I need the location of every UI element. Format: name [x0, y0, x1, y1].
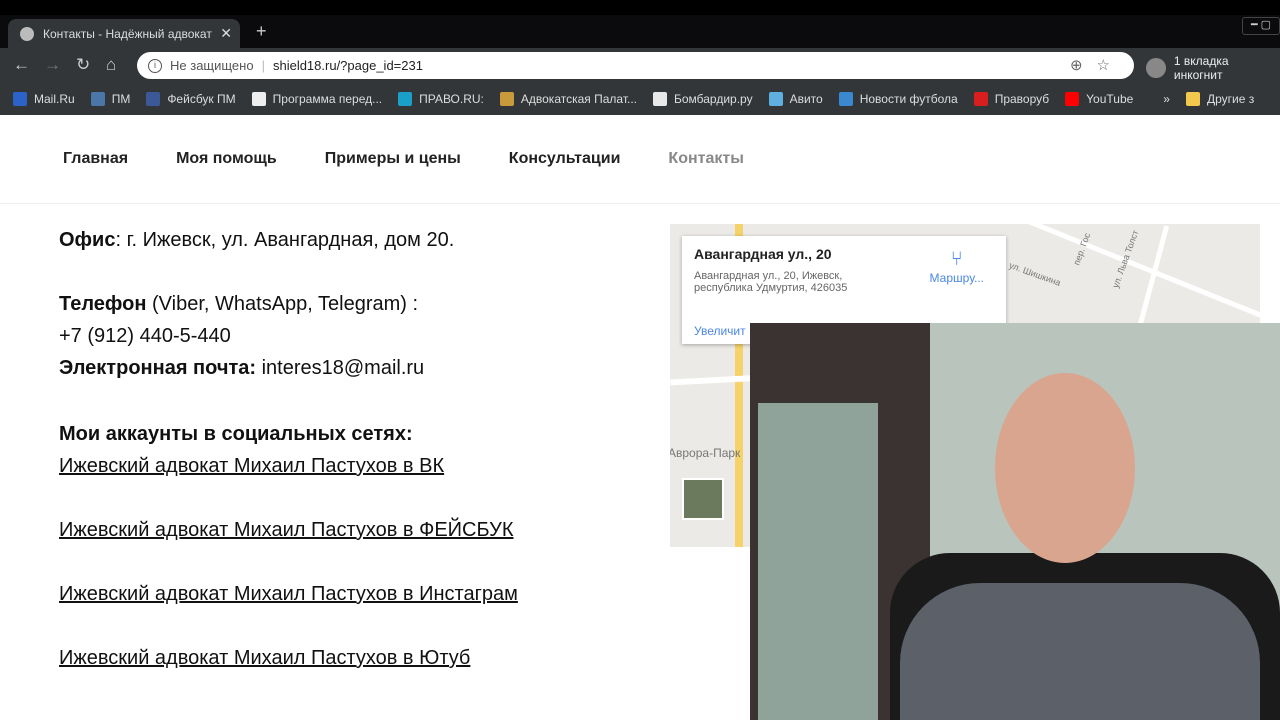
bookmark-item[interactable]: Праворуб	[973, 91, 1050, 106]
bookmark-label: YouTube	[1086, 91, 1134, 106]
link-vk[interactable]: Ижевский адвокат Михаил Пастухов в ВК	[59, 450, 518, 482]
more-bookmarks-button[interactable]: »	[1163, 92, 1170, 106]
bookmark-label: ПМ	[111, 91, 131, 106]
bookmark-item[interactable]: Программа перед...	[251, 91, 383, 106]
tab-contacts[interactable]: Контакты - Надёжный адвокат ✕	[8, 19, 240, 48]
bookmark-item[interactable]: ПРАВО.RU:	[398, 91, 484, 106]
bookmark-label: Адвокатская Палат...	[520, 91, 637, 106]
bookmark-favicon-icon	[13, 91, 27, 106]
nav-contacts[interactable]: Контакты	[668, 150, 743, 168]
bookmark-item[interactable]: Адвокатская Палат...	[499, 91, 637, 106]
phone-label: Телефон	[59, 293, 147, 315]
bookmark-label: ПРАВО.RU:	[419, 91, 484, 106]
other-bookmarks[interactable]: Другие з	[1185, 91, 1255, 106]
bookmark-label: Фейсбук ПМ	[167, 91, 236, 106]
browser-chrome: Контакты - Надёжный адвокат ✕ + ━ ▢ ← → ↻…	[0, 0, 1280, 115]
bookmark-favicon-icon	[146, 91, 161, 106]
phone-number: +7 (912) 440-5-440	[59, 325, 231, 347]
person-head	[995, 373, 1135, 563]
star-icon[interactable]: ☆	[1097, 57, 1124, 74]
tab-title: Контакты - Надёжный адвокат	[43, 26, 212, 41]
home-icon[interactable]: ⌂	[106, 55, 116, 75]
directions-icon: ⑂	[950, 248, 963, 270]
incognito-indicator[interactable]: 1 вкладка инкогнит	[1146, 54, 1280, 82]
directions-label: Маршру...	[929, 271, 984, 285]
bookmark-item[interactable]: Бомбардир.ру	[653, 91, 753, 106]
bookmark-favicon-icon	[1065, 91, 1080, 106]
webcam-overlay	[750, 323, 1280, 720]
satellite-toggle[interactable]	[682, 478, 724, 520]
nav-consultations[interactable]: Консультации	[509, 150, 621, 168]
bookmark-label: Программа перед...	[272, 91, 383, 106]
map-place-label: Аврора-Парк	[670, 446, 741, 460]
bookmark-label: Авито	[789, 91, 823, 106]
contacts-content: Офис: г. Ижевск, ул. Авангардная, дом 20…	[59, 226, 518, 674]
new-tab-button[interactable]: +	[256, 21, 267, 42]
info-icon[interactable]: i	[148, 58, 162, 73]
bookmark-label: Праворуб	[994, 91, 1050, 106]
email-label: Электронная почта:	[59, 357, 257, 379]
minimize-button[interactable]: ━ ▢	[1242, 17, 1280, 35]
bookmark-item[interactable]: ПМ	[90, 91, 131, 106]
reload-icon[interactable]: ↻	[76, 55, 90, 75]
bookmark-item[interactable]: Фейсбук ПМ	[146, 91, 236, 106]
bookmark-item[interactable]: Авито	[768, 91, 823, 106]
bookmark-favicon-icon	[653, 91, 667, 106]
tab-strip: Контакты - Надёжный адвокат ✕ + ━ ▢	[0, 15, 1280, 48]
globe-icon	[20, 26, 34, 41]
person-body	[900, 583, 1260, 720]
bookmark-favicon-icon	[838, 91, 853, 106]
bookmarks-bar: Mail.Ru ПМ Фейсбук ПМ Программа перед... ПРА…	[0, 82, 1280, 115]
incognito-icon	[1146, 58, 1166, 78]
link-facebook[interactable]: Ижевский адвокат Михаил Пастухов в ФЕЙСБ…	[59, 514, 518, 546]
zoom-icon[interactable]: ⊕	[1070, 57, 1097, 74]
bookmark-favicon-icon	[398, 91, 413, 106]
close-tab-icon[interactable]: ✕	[220, 25, 232, 42]
bookmark-favicon-icon	[251, 91, 266, 106]
back-icon[interactable]: ←	[13, 55, 30, 75]
nav-my-help[interactable]: Моя помощь	[176, 150, 277, 168]
bookmark-favicon-icon	[499, 91, 514, 106]
map-street-label: ул. Шишкина	[1007, 260, 1063, 288]
bookmark-item[interactable]: Mail.Ru	[13, 91, 75, 106]
link-instagram[interactable]: Ижевский адвокат Михаил Пастухов в Инста…	[59, 578, 518, 610]
office-label: Офис	[59, 229, 116, 251]
url-text[interactable]: shield18.ru/?page_id=231	[273, 58, 423, 73]
nav-home[interactable]: Главная	[63, 150, 128, 168]
link-youtube[interactable]: Ижевский адвокат Михаил Пастухов в Ютуб	[59, 642, 518, 674]
bookmark-favicon-icon	[90, 91, 105, 106]
folder-icon	[1185, 91, 1200, 106]
bookmark-label: Бомбардир.ру	[674, 91, 753, 106]
map-road	[1018, 224, 1260, 318]
bookmark-label: Новости футбола	[859, 91, 958, 106]
bookmark-favicon-icon	[973, 91, 988, 106]
toolbar: ← → ↻ ⌂ i Не защищено | shield18.ru/?pag…	[0, 48, 1280, 82]
site-navigation: Главная Моя помощь Примеры и цены Консул…	[0, 115, 1280, 204]
forward-icon[interactable]: →	[44, 55, 61, 75]
directions-button[interactable]: ⑂ Маршру...	[930, 248, 984, 285]
security-label: Не защищено	[170, 58, 254, 73]
bookmark-item[interactable]: YouTube	[1065, 91, 1134, 106]
enlarge-map-link[interactable]: Увеличит	[694, 324, 746, 338]
bookmark-label: Mail.Ru	[34, 91, 75, 106]
nav-examples-prices[interactable]: Примеры и цены	[325, 150, 461, 168]
other-bookmarks-label: Другие з	[1206, 91, 1255, 106]
office-address: : г. Ижевск, ул. Авангардная, дом 20.	[115, 229, 455, 251]
bookmark-favicon-icon	[768, 91, 783, 106]
address-bar[interactable]: i Не защищено | shield18.ru/?page_id=231…	[137, 52, 1134, 79]
phone-note: (Viber, WhatsApp, Telegram) :	[146, 293, 419, 315]
incognito-label: 1 вкладка инкогнит	[1173, 54, 1229, 82]
social-heading: Мои аккаунты в социальных сетях:	[59, 423, 413, 445]
bookmark-item[interactable]: Новости футбола	[838, 91, 958, 106]
door-glass	[758, 403, 878, 720]
email-value: interes18@mail.ru	[256, 357, 425, 379]
